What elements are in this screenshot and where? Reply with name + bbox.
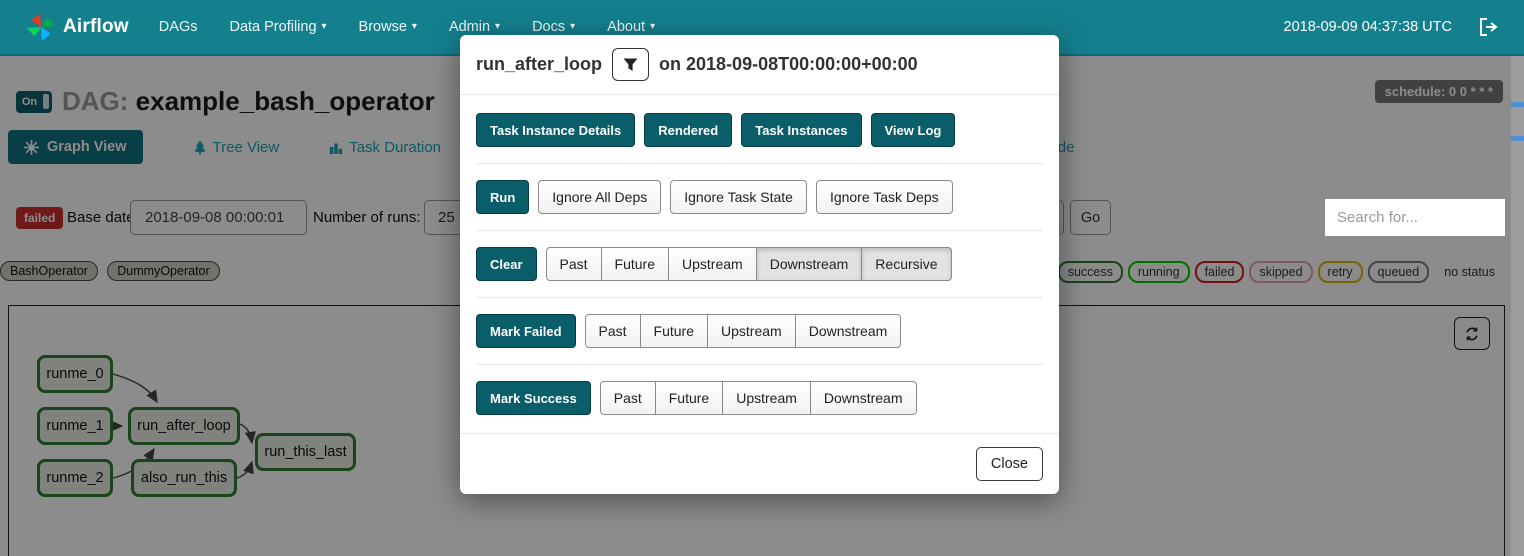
caret-down-icon: ▾ bbox=[650, 22, 655, 32]
mark-success-row: Mark Success Past Future Upstream Downst… bbox=[476, 381, 1043, 415]
divider bbox=[476, 364, 1043, 365]
nav-item-browse[interactable]: Browse ▾ bbox=[343, 0, 433, 54]
clear-row: Clear Past Future Upstream Downstream Re… bbox=[476, 247, 1043, 281]
divider bbox=[476, 297, 1043, 298]
mark-failed-future-toggle[interactable]: Future bbox=[640, 314, 708, 348]
modal-execution-date: on 2018-09-08T00:00:00+00:00 bbox=[659, 54, 918, 75]
caret-down-icon: ▾ bbox=[322, 22, 327, 32]
clear-past-toggle[interactable]: Past bbox=[546, 247, 602, 281]
rendered-button[interactable]: Rendered bbox=[644, 113, 732, 147]
mark-failed-downstream-toggle[interactable]: Downstream bbox=[795, 314, 902, 348]
ignore-all-deps-button[interactable]: Ignore All Deps bbox=[538, 180, 661, 214]
action-links-row: Task Instance Details Rendered Task Inst… bbox=[476, 113, 1043, 147]
nav-item-data-profiling[interactable]: Data Profiling ▾ bbox=[213, 0, 342, 54]
clear-upstream-toggle[interactable]: Upstream bbox=[668, 247, 757, 281]
nav-item-dags[interactable]: DAGs bbox=[143, 0, 214, 54]
utc-clock: 2018-09-09 04:37:38 UTC bbox=[1284, 19, 1452, 35]
close-button[interactable]: Close bbox=[976, 447, 1043, 481]
caret-down-icon: ▾ bbox=[570, 22, 575, 32]
navbar-right: 2018-09-09 04:37:38 UTC bbox=[1284, 17, 1524, 37]
modal-body: Task Instance Details Rendered Task Inst… bbox=[460, 95, 1059, 415]
mark-failed-row: Mark Failed Past Future Upstream Downstr… bbox=[476, 314, 1043, 348]
mark-failed-past-toggle[interactable]: Past bbox=[585, 314, 641, 348]
modal-footer: Close bbox=[460, 433, 1059, 494]
clear-recursive-toggle[interactable]: Recursive bbox=[861, 247, 951, 281]
nav-item-label: DAGs bbox=[159, 19, 198, 35]
nav-item-label: About bbox=[607, 19, 645, 35]
nav-item-label: Browse bbox=[359, 19, 407, 35]
airflow-brand[interactable]: Airflow bbox=[0, 12, 143, 42]
brand-name: Airflow bbox=[63, 16, 129, 38]
run-row: Run Ignore All Deps Ignore Task State Ig… bbox=[476, 180, 1043, 214]
mark-failed-options-group: Past Future Upstream Downstream bbox=[585, 314, 902, 348]
nav-item-label: Docs bbox=[532, 19, 565, 35]
scrollbar-marker bbox=[1511, 102, 1524, 107]
funnel-icon bbox=[623, 58, 638, 72]
ignore-task-state-button[interactable]: Ignore Task State bbox=[670, 180, 807, 214]
modal-header: run_after_loop on 2018-09-08T00:00:00+00… bbox=[460, 35, 1059, 95]
clear-downstream-toggle[interactable]: Downstream bbox=[756, 247, 863, 281]
view-log-button[interactable]: View Log bbox=[871, 113, 956, 147]
clear-future-toggle[interactable]: Future bbox=[601, 247, 669, 281]
filter-button[interactable] bbox=[612, 48, 649, 81]
caret-down-icon: ▾ bbox=[412, 22, 417, 32]
ignore-task-deps-button[interactable]: Ignore Task Deps bbox=[816, 180, 953, 214]
airflow-pinwheel-logo-icon bbox=[26, 12, 56, 42]
clear-button[interactable]: Clear bbox=[476, 247, 537, 281]
caret-down-icon: ▾ bbox=[495, 22, 500, 32]
mark-success-future-toggle[interactable]: Future bbox=[655, 381, 723, 415]
scrollbar-marker bbox=[1511, 136, 1524, 141]
run-button[interactable]: Run bbox=[476, 180, 529, 214]
task-instance-modal: run_after_loop on 2018-09-08T00:00:00+00… bbox=[460, 35, 1059, 494]
modal-task-name: run_after_loop bbox=[476, 54, 602, 75]
nav-item-label: Admin bbox=[449, 19, 490, 35]
task-instances-button[interactable]: Task Instances bbox=[741, 113, 861, 147]
nav-item-label: Data Profiling bbox=[229, 19, 316, 35]
mark-success-options-group: Past Future Upstream Downstream bbox=[600, 381, 917, 415]
divider bbox=[476, 230, 1043, 231]
scrollbar[interactable] bbox=[1511, 56, 1524, 556]
mark-failed-button[interactable]: Mark Failed bbox=[476, 314, 576, 348]
logout-icon[interactable] bbox=[1478, 17, 1500, 37]
search-input[interactable] bbox=[1325, 199, 1505, 236]
mark-failed-upstream-toggle[interactable]: Upstream bbox=[707, 314, 796, 348]
divider bbox=[476, 163, 1043, 164]
mark-success-button[interactable]: Mark Success bbox=[476, 381, 591, 415]
clear-options-group: Past Future Upstream Downstream Recursiv… bbox=[546, 247, 952, 281]
task-instance-details-button[interactable]: Task Instance Details bbox=[476, 113, 635, 147]
mark-success-past-toggle[interactable]: Past bbox=[600, 381, 656, 415]
mark-success-downstream-toggle[interactable]: Downstream bbox=[810, 381, 917, 415]
mark-success-upstream-toggle[interactable]: Upstream bbox=[722, 381, 811, 415]
